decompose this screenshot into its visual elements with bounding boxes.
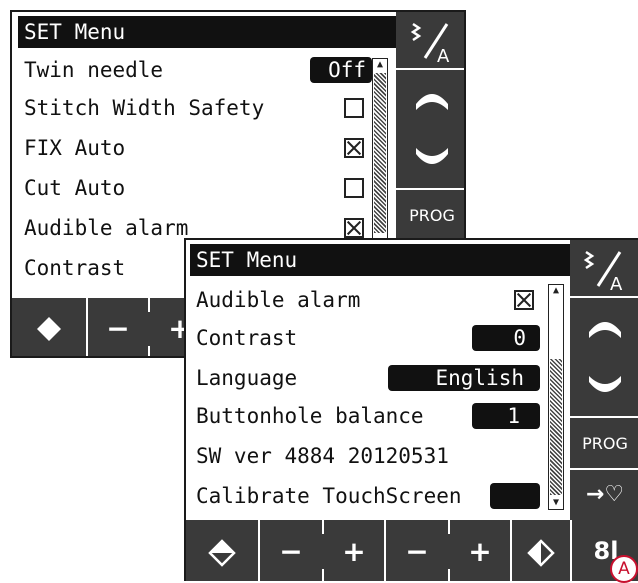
stitch-alphabet-button[interactable]: A bbox=[396, 12, 464, 70]
calibrate-touchscreen-button[interactable] bbox=[490, 483, 540, 509]
front-bottom-bar: − + − + 8l bbox=[186, 520, 638, 581]
front-screen: SET Menu Audible alarm Contrast 0 Langua… bbox=[184, 238, 638, 581]
cut-auto-checkbox[interactable] bbox=[344, 178, 364, 198]
front-scrollbar[interactable]: ▲ ▼ bbox=[548, 284, 564, 510]
cursor-toggle-button[interactable] bbox=[12, 298, 86, 356]
back-row-fix-auto[interactable]: FIX Auto bbox=[24, 130, 374, 166]
buttonhole-balance-value[interactable]: 1 bbox=[472, 403, 540, 429]
mirror-button[interactable] bbox=[512, 520, 570, 581]
stitch-alphabet-button[interactable]: A bbox=[570, 240, 638, 298]
front-side-panel: A PROG →♡ bbox=[570, 240, 638, 520]
scroll-down-icon[interactable]: ▼ bbox=[549, 497, 563, 509]
callout-badge: A bbox=[610, 555, 638, 583]
row-label: FIX Auto bbox=[24, 136, 126, 160]
row-label: SW ver 4884 20120531 bbox=[196, 444, 449, 468]
row-label: Audible alarm bbox=[24, 216, 189, 240]
row-label: Buttonhole balance bbox=[196, 404, 424, 428]
front-row-software-version: SW ver 4884 20120531 bbox=[196, 438, 546, 474]
front-row-contrast[interactable]: Contrast 0 bbox=[196, 320, 546, 356]
scroll-arrows-button[interactable] bbox=[570, 298, 638, 418]
row-label: Contrast bbox=[196, 326, 298, 350]
scroll-thumb[interactable] bbox=[374, 73, 386, 233]
half-diamond-icon bbox=[527, 539, 555, 567]
diamond-icon bbox=[37, 317, 61, 341]
scroll-arrows-button[interactable] bbox=[396, 70, 464, 190]
favorite-heart-button[interactable]: →♡ bbox=[570, 470, 638, 520]
minus-button-1[interactable]: − bbox=[260, 520, 322, 581]
row-label: Calibrate TouchScreen bbox=[196, 484, 462, 508]
scroll-up-icon[interactable]: ▲ bbox=[373, 59, 387, 71]
front-row-language[interactable]: Language English bbox=[196, 360, 546, 396]
language-value[interactable]: English bbox=[388, 365, 540, 391]
front-row-buttonhole-balance[interactable]: Buttonhole balance 1 bbox=[196, 398, 546, 434]
row-label: Cut Auto bbox=[24, 176, 126, 200]
plus-button-1[interactable]: + bbox=[324, 520, 384, 581]
stitch-width-safety-checkbox[interactable] bbox=[344, 98, 364, 118]
back-row-stitch-width-safety[interactable]: Stitch Width Safety bbox=[24, 90, 374, 126]
stitch-alphabet-icon: A bbox=[583, 250, 623, 295]
scroll-up-icon[interactable]: ▲ bbox=[549, 285, 563, 297]
fix-auto-checkbox[interactable] bbox=[344, 138, 364, 158]
plus-button-2[interactable]: + bbox=[450, 520, 510, 581]
front-row-calibrate-touchscreen[interactable]: Calibrate TouchScreen bbox=[196, 478, 546, 514]
svg-text:A: A bbox=[437, 46, 450, 64]
row-label: Language bbox=[196, 366, 298, 390]
diamond-icon bbox=[208, 539, 236, 567]
prog-button[interactable]: PROG bbox=[396, 190, 464, 242]
audible-alarm-checkbox[interactable] bbox=[514, 290, 534, 310]
minus-button[interactable]: − bbox=[88, 298, 148, 356]
front-menu-title: SET Menu bbox=[190, 244, 570, 276]
row-label: Contrast bbox=[24, 256, 126, 280]
audible-alarm-checkbox[interactable] bbox=[344, 218, 364, 238]
row-label: Twin needle bbox=[24, 58, 164, 82]
twin-needle-value[interactable]: Off bbox=[310, 57, 372, 83]
contrast-value[interactable]: 0 bbox=[472, 325, 540, 351]
svg-text:A: A bbox=[610, 274, 623, 292]
stitch-alphabet-icon: A bbox=[410, 22, 450, 67]
row-label: Stitch Width Safety bbox=[24, 96, 265, 120]
cursor-toggle-button[interactable] bbox=[186, 520, 258, 581]
minus-button-2[interactable]: − bbox=[386, 520, 448, 581]
prog-button[interactable]: PROG bbox=[570, 418, 638, 470]
front-row-audible-alarm[interactable]: Audible alarm bbox=[196, 282, 546, 318]
up-down-arrows-icon bbox=[416, 94, 448, 164]
scroll-thumb[interactable] bbox=[550, 359, 562, 495]
up-down-arrows-icon bbox=[589, 322, 621, 392]
back-row-twin-needle[interactable]: Twin needle Off bbox=[24, 52, 374, 88]
back-row-cut-auto[interactable]: Cut Auto bbox=[24, 170, 374, 206]
back-menu-title: SET Menu bbox=[18, 16, 404, 48]
row-label: Audible alarm bbox=[196, 288, 361, 312]
